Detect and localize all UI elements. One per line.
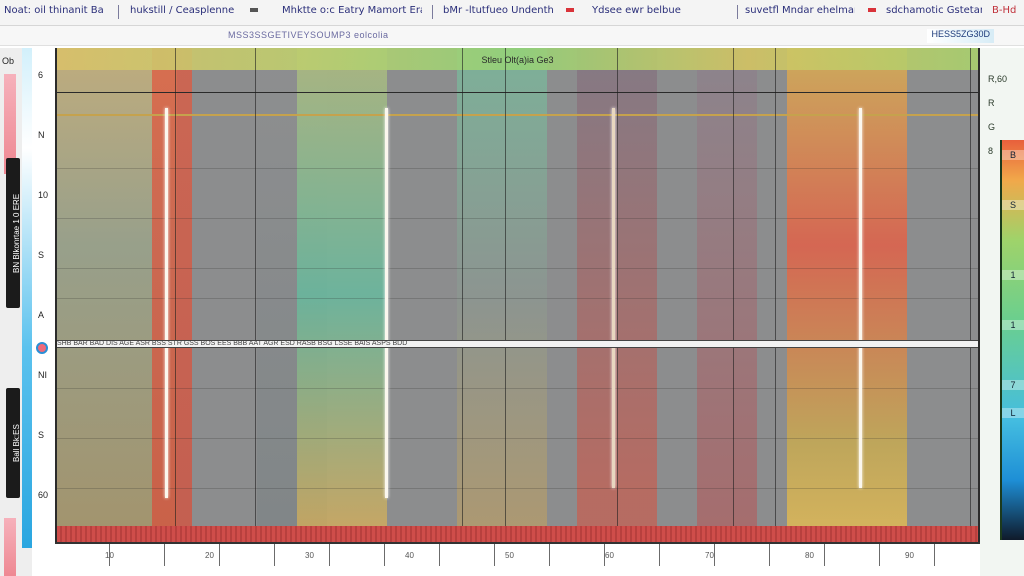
rail-color-tab[interactable] [4,518,16,576]
grid-line [462,48,463,542]
x-tick-label: 60 [605,551,614,560]
colorbar-tick: 1 [1002,270,1024,280]
tab-separator [737,5,738,19]
rail-tick-label: S [38,430,45,440]
tab-2[interactable]: hukstill / Ceasplenne [130,5,240,21]
heat-column [152,48,192,542]
rail-top-label: Ob [2,56,15,66]
right-panel-label: G [988,122,996,132]
grid-line [57,488,978,489]
x-tick-label: 20 [205,551,214,560]
grid-line [57,298,978,299]
plot-title: Stleu Olt(a)ia Ge3 [481,55,554,65]
x-tick-label: 90 [905,551,914,560]
rail-tick-label: 6 [38,70,44,80]
heat-column [697,48,757,542]
colorbar-tick: S [1002,200,1024,210]
signal-trace [859,108,862,488]
left-scale-strip [22,48,32,548]
tab-7[interactable]: sdchamotic Gstetanec [886,5,982,21]
rail-tick-label: N [38,130,45,140]
plot-center-strip: SHB BAR BAD DIS AGE ASR BSS STR GSS BOS … [57,340,978,348]
grid-line [57,438,978,439]
spectrogram-plot[interactable]: Stleu Olt(a)ia Ge3 SHB BAR BAD DIS AGE A… [55,48,980,542]
grid-line [617,48,618,542]
rail-tick-label: 10 [38,190,49,200]
grid-line [57,92,978,93]
right-panel-label: R,60 [988,74,1008,84]
grid-line [57,268,978,269]
rail-vertical-panel[interactable]: Ball Bk:ES [6,388,21,498]
tab-separator [118,5,119,19]
rail-tick-label: NI [38,370,47,380]
marker-arrow-icon[interactable] [36,342,48,354]
heat-column [787,48,907,542]
colorbar-tick: 1 [1002,320,1024,330]
tab-8[interactable]: B-Hd [992,5,1022,21]
right-panel-label: R [988,98,995,108]
grid-line [57,114,978,116]
x-tick-label: 70 [705,551,714,560]
grid-line [970,48,971,542]
tab-separator [432,5,433,19]
sub-header-badge[interactable]: HESS5ZG30D [927,29,994,43]
x-tick-label: 10 [105,551,114,560]
tab-2-indicator [250,5,262,21]
sub-header-title: MSS3SSGETIVEYSOUMP3 eolcolia [228,30,389,40]
sub-header: MSS3SSGETIVEYSOUMP3 eolcolia HESS5ZG30D [0,26,1024,46]
colorbar-tick: 7 [1002,380,1024,390]
grid-line [505,48,506,542]
x-axis: 10 20 30 40 50 60 70 80 90 [55,542,980,566]
signal-trace [612,108,615,488]
tab-bar: Noat: oil thinanit Bast hukstill / Ceasp… [0,0,1024,26]
rail-tick-label: A [38,310,45,320]
plot-bottom-band [57,526,978,542]
tab-5[interactable]: Ydsee ewr belbue [592,5,702,21]
colorbar-tick: L [1002,408,1024,418]
heat-column [457,48,547,542]
grid-line [733,48,734,542]
grid-line [57,168,978,169]
tab-4[interactable]: bMr -ltutfueo Undenthe [443,5,553,21]
x-tick-label: 30 [305,551,314,560]
grid-line [175,48,176,542]
rail-tick-label: S [38,250,45,260]
center-strip-text: SHB BAR BAD DIS AGE ASR BSS STR GSS BOS … [57,340,408,347]
right-panel-label: 8 [988,146,994,156]
rail-tick-label: 60 [38,490,49,500]
tab-6-indicator [868,5,878,21]
grid-line [57,388,978,389]
x-tick-label: 80 [805,551,814,560]
tab-3[interactable]: Mhktte o:c Eatry Mamort Eral [282,5,422,21]
rail-vertical-panel[interactable]: BN Blkonrtae 1 0 ERE [6,158,21,308]
grid-line [775,48,776,542]
grid-line [57,218,978,219]
colorbar-tick: B [1002,150,1024,160]
signal-trace [165,108,168,498]
grid-line [255,48,256,542]
tab-6[interactable]: suvetfl Mndar ehelmarts [745,5,855,21]
signal-trace [385,108,388,498]
x-tick-label: 50 [505,551,514,560]
x-tick-label: 40 [405,551,414,560]
tab-1[interactable]: Noat: oil thinanit Bast [4,5,104,21]
heat-column [297,48,387,542]
tab-4-indicator [566,5,576,21]
